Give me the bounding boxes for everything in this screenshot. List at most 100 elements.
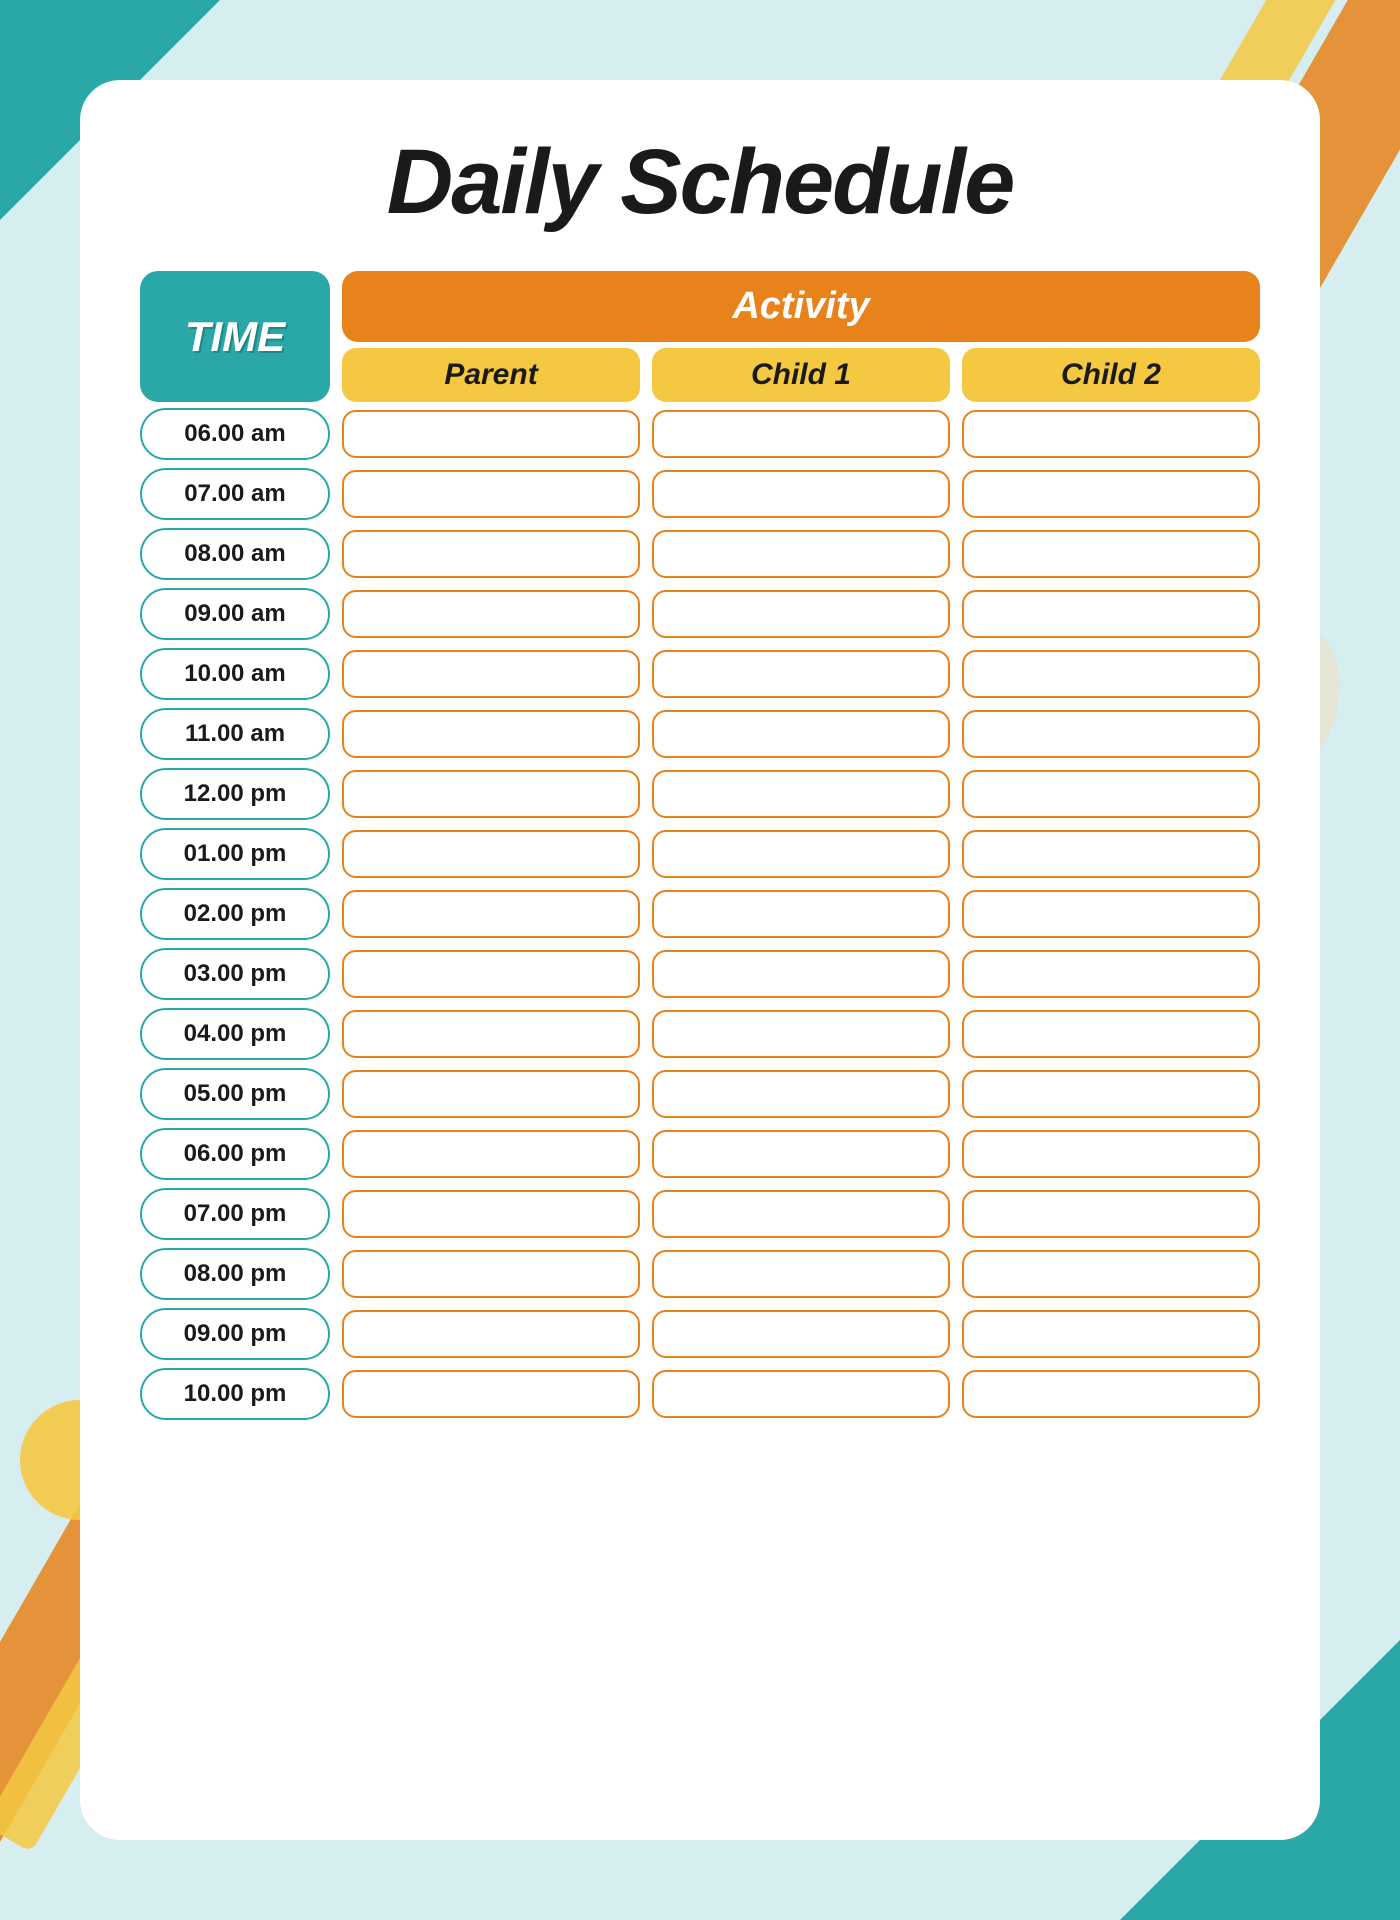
activity-cell-child1[interactable] — [652, 890, 950, 938]
table-row: 04.00 pm — [140, 1008, 1260, 1060]
time-label: 09.00 am — [184, 600, 285, 627]
activity-cell-child1[interactable] — [652, 1130, 950, 1178]
activity-cell-child1[interactable] — [652, 710, 950, 758]
time-label: 12.00 pm — [184, 780, 287, 807]
time-label: 01.00 pm — [184, 840, 287, 867]
table-row: 07.00 am — [140, 468, 1260, 520]
table-row: 03.00 pm — [140, 948, 1260, 1000]
time-cell: 10.00 am — [140, 648, 330, 700]
time-label: 10.00 pm — [184, 1380, 287, 1407]
time-header-label: TIME — [185, 313, 285, 361]
activity-cell-parent[interactable] — [342, 710, 640, 758]
sub-header-child2: Child 2 — [962, 348, 1260, 402]
time-label: 09.00 pm — [184, 1320, 287, 1347]
activity-cell-parent[interactable] — [342, 830, 640, 878]
activity-cell-child2[interactable] — [962, 1370, 1260, 1418]
time-cell: 11.00 am — [140, 708, 330, 760]
table-row: 06.00 pm — [140, 1128, 1260, 1180]
activity-cell-child2[interactable] — [962, 890, 1260, 938]
activity-cell-child2[interactable] — [962, 470, 1260, 518]
activity-cell-parent[interactable] — [342, 1190, 640, 1238]
table-row: 10.00 am — [140, 648, 1260, 700]
table-row: 09.00 am — [140, 588, 1260, 640]
time-cell: 03.00 pm — [140, 948, 330, 1000]
time-cell: 07.00 am — [140, 468, 330, 520]
time-cell: 01.00 pm — [140, 828, 330, 880]
activity-cell-child1[interactable] — [652, 950, 950, 998]
activity-cell-child2[interactable] — [962, 830, 1260, 878]
activity-cell-child1[interactable] — [652, 830, 950, 878]
activity-cell-child2[interactable] — [962, 530, 1260, 578]
sub-headers: Parent Child 1 Child 2 — [342, 348, 1260, 402]
time-cell: 12.00 pm — [140, 768, 330, 820]
activity-cell-child1[interactable] — [652, 650, 950, 698]
activity-cell-parent[interactable] — [342, 1370, 640, 1418]
time-cell: 09.00 am — [140, 588, 330, 640]
activity-cell-parent[interactable] — [342, 1250, 640, 1298]
activity-cell-parent[interactable] — [342, 1130, 640, 1178]
activity-cell-child1[interactable] — [652, 530, 950, 578]
sub-header-child1: Child 1 — [652, 348, 950, 402]
activity-cell-child2[interactable] — [962, 1130, 1260, 1178]
activity-cell-child1[interactable] — [652, 1190, 950, 1238]
activity-cell-parent[interactable] — [342, 770, 640, 818]
activity-cell-parent[interactable] — [342, 890, 640, 938]
activity-cell-parent[interactable] — [342, 410, 640, 458]
activity-header-group: Activity Parent Child 1 Child 2 — [342, 271, 1260, 402]
main-card: Daily Schedule TIME Activity Parent Chil… — [80, 80, 1320, 1840]
activity-cell-parent[interactable] — [342, 530, 640, 578]
time-label: 04.00 pm — [184, 1020, 287, 1047]
time-cell: 08.00 am — [140, 528, 330, 580]
activity-cell-child1[interactable] — [652, 1370, 950, 1418]
activity-cell-child1[interactable] — [652, 1310, 950, 1358]
activity-cell-child2[interactable] — [962, 1250, 1260, 1298]
activity-cell-child1[interactable] — [652, 1010, 950, 1058]
activity-cell-child1[interactable] — [652, 590, 950, 638]
activity-cell-child2[interactable] — [962, 770, 1260, 818]
activity-cell-parent[interactable] — [342, 1070, 640, 1118]
time-label: 02.00 pm — [184, 900, 287, 927]
activity-cell-child2[interactable] — [962, 710, 1260, 758]
time-label: 06.00 am — [184, 420, 285, 447]
activity-cell-parent[interactable] — [342, 950, 640, 998]
activity-cell-parent[interactable] — [342, 1310, 640, 1358]
time-label: 08.00 pm — [184, 1260, 287, 1287]
time-cell: 06.00 am — [140, 408, 330, 460]
table-row: 08.00 am — [140, 528, 1260, 580]
time-label: 08.00 am — [184, 540, 285, 567]
data-rows: 06.00 am 07.00 am 08.00 am 09.00 am 10.00 am… — [140, 408, 1260, 1790]
activity-top-bar: Activity — [342, 271, 1260, 342]
activity-cell-child1[interactable] — [652, 1250, 950, 1298]
activity-cell-child2[interactable] — [962, 1190, 1260, 1238]
activity-cell-child2[interactable] — [962, 1070, 1260, 1118]
activity-cell-child2[interactable] — [962, 1310, 1260, 1358]
time-label: 05.00 pm — [184, 1080, 287, 1107]
time-label: 03.00 pm — [184, 960, 287, 987]
activity-cell-child2[interactable] — [962, 410, 1260, 458]
table-row: 09.00 pm — [140, 1308, 1260, 1360]
time-cell: 09.00 pm — [140, 1308, 330, 1360]
table-row: 06.00 am — [140, 408, 1260, 460]
time-cell: 05.00 pm — [140, 1068, 330, 1120]
activity-cell-child1[interactable] — [652, 410, 950, 458]
activity-cell-child2[interactable] — [962, 650, 1260, 698]
time-header-cell: TIME — [140, 271, 330, 402]
table-row: 12.00 pm — [140, 768, 1260, 820]
activity-cell-child2[interactable] — [962, 1010, 1260, 1058]
activity-cell-child1[interactable] — [652, 470, 950, 518]
activity-cell-child2[interactable] — [962, 590, 1260, 638]
activity-cell-parent[interactable] — [342, 1010, 640, 1058]
activity-cell-parent[interactable] — [342, 650, 640, 698]
activity-cell-parent[interactable] — [342, 470, 640, 518]
time-label: 11.00 am — [185, 720, 285, 747]
time-cell: 10.00 pm — [140, 1368, 330, 1420]
activity-cell-parent[interactable] — [342, 590, 640, 638]
time-label: 07.00 pm — [184, 1200, 287, 1227]
activity-cell-child1[interactable] — [652, 770, 950, 818]
sub-header-child1-label: Child 1 — [751, 358, 851, 391]
sub-header-parent: Parent — [342, 348, 640, 402]
schedule-table: TIME Activity Parent Child 1 Child 2 — [140, 271, 1260, 1790]
page-title: Daily Schedule — [387, 130, 1013, 235]
activity-cell-child2[interactable] — [962, 950, 1260, 998]
activity-cell-child1[interactable] — [652, 1070, 950, 1118]
